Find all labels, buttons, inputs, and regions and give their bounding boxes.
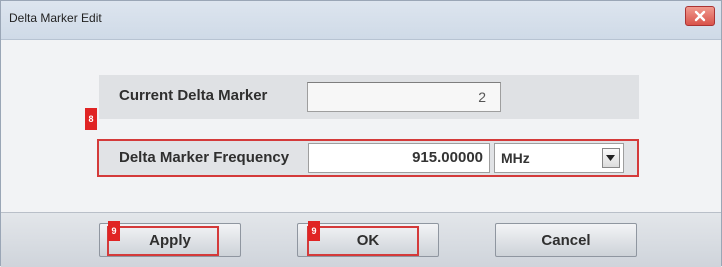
dropdown-button[interactable] — [602, 148, 620, 168]
close-icon — [694, 10, 706, 22]
current-delta-marker-field: 2 — [307, 82, 501, 112]
delta-marker-frequency-input[interactable]: 915.00000 — [308, 143, 490, 173]
window-title: Delta Marker Edit — [9, 11, 102, 25]
apply-highlight-box — [107, 226, 219, 256]
delta-marker-frequency-label: Delta Marker Frequency — [119, 149, 290, 166]
current-delta-marker-value: 2 — [478, 89, 486, 105]
ok-highlight-box — [307, 226, 419, 256]
dialog-body: Current Delta Marker 2 Delta Marker Freq… — [1, 40, 721, 212]
annotation-badge-apply: 9 — [108, 221, 120, 241]
current-delta-marker-row: Current Delta Marker 2 — [99, 75, 639, 119]
current-delta-marker-label: Current Delta Marker — [119, 87, 268, 104]
close-button[interactable] — [685, 6, 715, 26]
frequency-unit-value: MHz — [501, 150, 530, 166]
delta-marker-frequency-value: 915.00000 — [412, 149, 483, 166]
frequency-unit-select[interactable]: MHz — [494, 143, 624, 173]
dialog-window: Delta Marker Edit Current Delta Marker 2… — [0, 0, 722, 267]
chevron-down-icon — [606, 155, 615, 161]
title-bar[interactable]: Delta Marker Edit — [1, 1, 721, 40]
annotation-badge-frequency: 8 — [85, 108, 97, 130]
annotation-badge-ok: 9 — [308, 221, 320, 241]
cancel-button[interactable]: Cancel — [495, 223, 637, 257]
delta-marker-frequency-row: Delta Marker Frequency 915.00000 MHz — [97, 139, 639, 177]
